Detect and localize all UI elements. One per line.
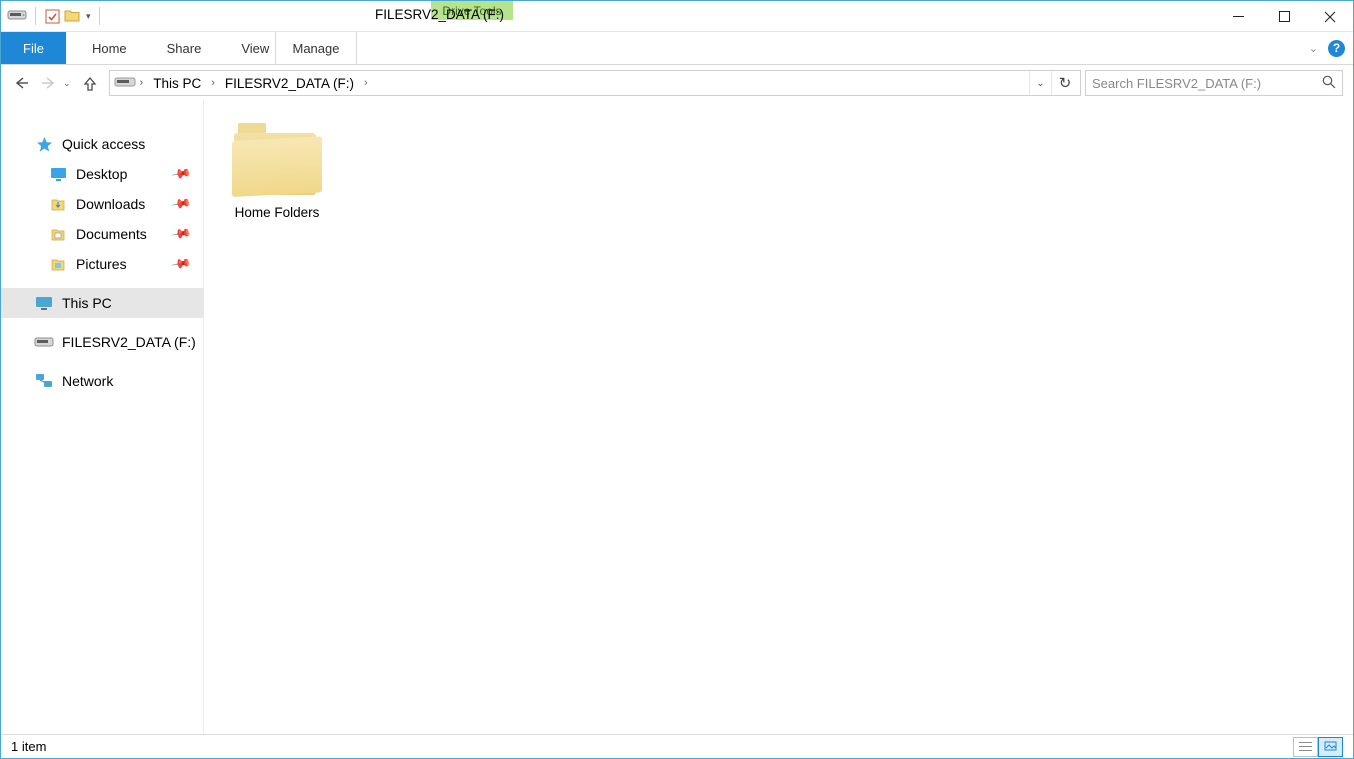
nav-label: Documents <box>76 226 147 242</box>
desktop-icon <box>49 166 67 183</box>
pin-icon: 📌 <box>170 193 192 215</box>
maximize-button[interactable] <box>1261 1 1307 32</box>
drive-icon <box>7 9 27 23</box>
nav-label: This PC <box>62 295 112 311</box>
search-icon[interactable] <box>1322 75 1336 92</box>
body: Quick access Desktop 📌 Downloads 📌 Docum… <box>1 101 1353 734</box>
qat-dropdown-icon[interactable]: ▾ <box>86 11 91 22</box>
folder-icon <box>232 123 322 195</box>
navigation-row: ⌄ › This PC › FILESRV2_DATA (F:) › ⌄ ↻ S… <box>1 65 1353 101</box>
nav-documents[interactable]: Documents 📌 <box>1 219 203 249</box>
address-bar-end: ⌄ ↻ <box>1029 71 1078 95</box>
tab-manage[interactable]: Manage <box>275 32 357 64</box>
properties-icon[interactable] <box>44 8 60 24</box>
quick-access-toolbar: ▾ <box>1 1 104 31</box>
icons-view-button[interactable] <box>1318 737 1343 757</box>
nav-label: Downloads <box>76 196 145 212</box>
nav-label: Quick access <box>62 136 145 152</box>
details-view-button[interactable] <box>1293 737 1318 757</box>
minimize-button[interactable] <box>1215 1 1261 32</box>
close-button[interactable] <box>1307 1 1353 32</box>
nav-label: Desktop <box>76 166 127 182</box>
breadcrumb-separator[interactable]: › <box>138 77 146 89</box>
this-pc-icon <box>35 295 53 312</box>
breadcrumb-separator[interactable]: › <box>209 77 217 89</box>
view-switcher <box>1293 737 1343 757</box>
pin-icon: 📌 <box>170 253 192 275</box>
nav-pictures[interactable]: Pictures 📌 <box>1 249 203 279</box>
pin-icon: 📌 <box>170 223 192 245</box>
recent-locations-dropdown[interactable]: ⌄ <box>63 78 71 89</box>
folder-label: Home Folders <box>222 205 332 220</box>
nav-label: Network <box>62 373 113 389</box>
tab-home[interactable]: Home <box>72 32 147 64</box>
up-button[interactable] <box>83 76 97 91</box>
breadcrumb-drive[interactable]: FILESRV2_DATA (F:) <box>219 76 360 91</box>
navigation-pane: Quick access Desktop 📌 Downloads 📌 Docum… <box>1 101 204 734</box>
nav-this-pc[interactable]: This PC <box>1 288 203 318</box>
forward-button[interactable] <box>41 76 57 90</box>
nav-drive[interactable]: FILESRV2_DATA (F:) <box>1 327 203 357</box>
back-button[interactable] <box>13 76 29 90</box>
pictures-icon <box>49 256 67 273</box>
breadcrumb-separator[interactable]: › <box>362 77 370 89</box>
window-controls <box>1215 1 1353 32</box>
breadcrumb-this-pc[interactable]: This PC <box>147 76 207 91</box>
new-folder-icon[interactable] <box>64 8 80 24</box>
folder-item-home-folders[interactable]: Home Folders <box>222 123 332 220</box>
separator <box>35 7 36 25</box>
address-bar[interactable]: › This PC › FILESRV2_DATA (F:) › ⌄ ↻ <box>109 70 1081 96</box>
refresh-button[interactable]: ↻ <box>1051 71 1078 95</box>
nav-arrows: ⌄ <box>13 76 97 91</box>
nav-quick-access[interactable]: Quick access <box>1 129 203 159</box>
address-history-dropdown[interactable]: ⌄ <box>1029 71 1051 95</box>
nav-network[interactable]: Network <box>1 366 203 396</box>
downloads-icon <box>49 196 67 213</box>
pin-icon: 📌 <box>170 163 192 185</box>
quick-access-icon <box>35 136 53 153</box>
content-pane[interactable]: Home Folders <box>204 101 1353 734</box>
ribbon-collapse-icon[interactable]: ⌄ <box>1309 42 1318 55</box>
nav-label: Pictures <box>76 256 127 272</box>
search-placeholder: Search FILESRV2_DATA (F:) <box>1092 76 1261 91</box>
search-box[interactable]: Search FILESRV2_DATA (F:) <box>1085 70 1343 96</box>
help-icon[interactable]: ? <box>1328 40 1345 57</box>
item-count: 1 item <box>11 739 46 754</box>
documents-icon <box>49 226 67 243</box>
window-title: FILESRV2_DATA (F:) <box>375 7 504 22</box>
tab-share[interactable]: Share <box>147 32 222 64</box>
tab-file[interactable]: File <box>1 32 66 64</box>
separator <box>99 7 100 25</box>
drive-icon <box>114 76 136 90</box>
status-bar: 1 item <box>1 734 1353 758</box>
network-icon <box>35 373 53 390</box>
ribbon-tabs: File Home Share View Manage ⌄ ? <box>1 32 1353 65</box>
titlebar: ▾ Drive Tools FILESRV2_DATA (F:) <box>1 1 1353 32</box>
nav-label: FILESRV2_DATA (F:) <box>62 334 196 350</box>
ribbon-right: ⌄ ? <box>1309 32 1345 64</box>
nav-downloads[interactable]: Downloads 📌 <box>1 189 203 219</box>
nav-desktop[interactable]: Desktop 📌 <box>1 159 203 189</box>
drive-icon <box>35 334 53 351</box>
